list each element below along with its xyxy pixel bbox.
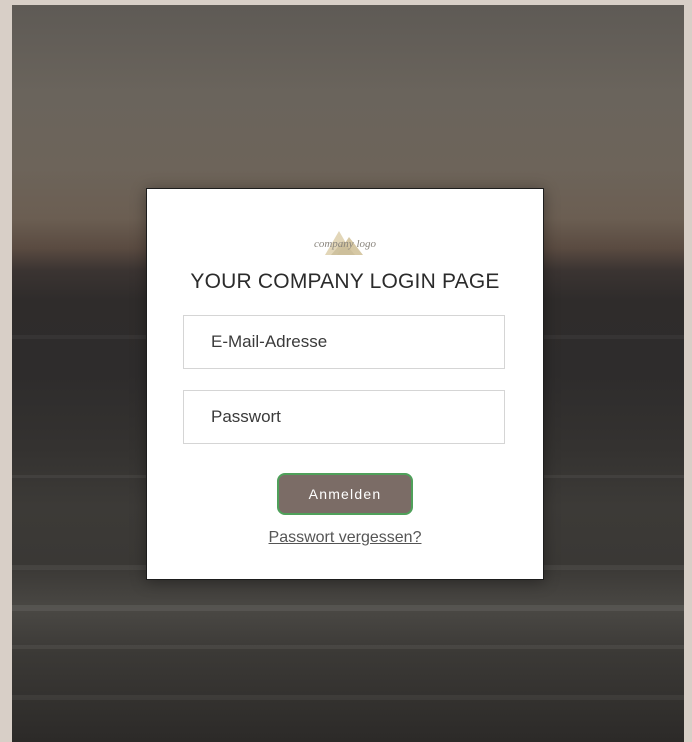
login-button[interactable]: Anmelden	[277, 473, 413, 515]
water-streak	[12, 645, 684, 649]
company-logo: company logo	[307, 225, 383, 259]
water-streak	[12, 605, 684, 611]
forgot-password-link[interactable]: Passwort vergessen?	[147, 529, 543, 547]
login-card: company logo YOUR COMPANY LOGIN PAGE Anm…	[146, 188, 544, 580]
email-input[interactable]	[184, 316, 504, 368]
logo-text: company logo	[313, 238, 376, 250]
password-input[interactable]	[184, 391, 504, 443]
background-image: company logo YOUR COMPANY LOGIN PAGE Anm…	[12, 5, 684, 742]
water-streak	[12, 695, 684, 700]
email-field[interactable]	[183, 315, 505, 369]
password-field[interactable]	[183, 390, 505, 444]
page-title: YOUR COMPANY LOGIN PAGE	[190, 270, 500, 293]
